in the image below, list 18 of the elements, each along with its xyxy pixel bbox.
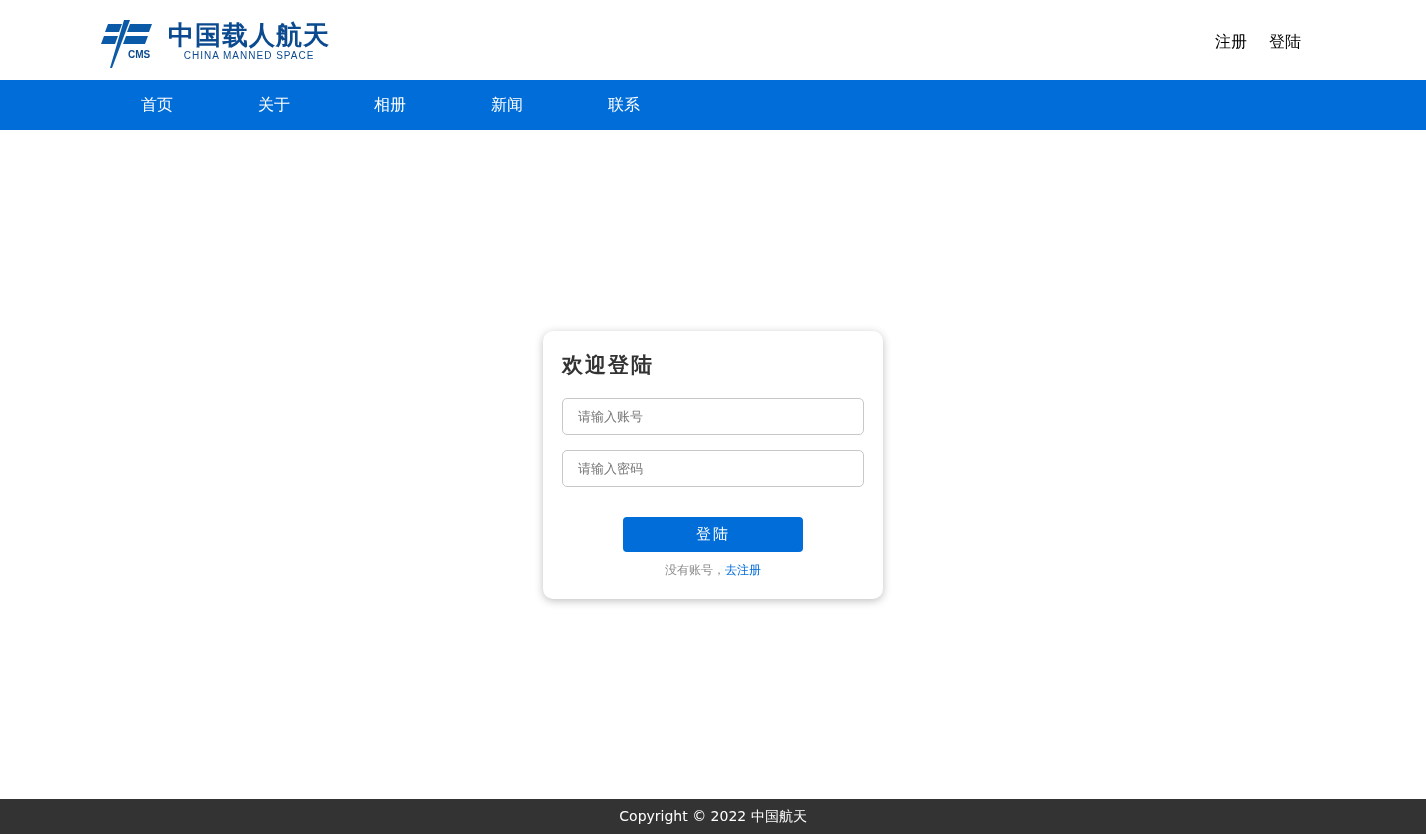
nav-link[interactable]: 联系	[565, 80, 682, 130]
header-link[interactable]: 注册	[1215, 31, 1247, 53]
nav-link[interactable]: 新闻	[448, 80, 566, 130]
nav-link[interactable]: 关于	[215, 80, 333, 130]
logo[interactable]: CMS 中国载人航天 CHINA MANNED SPACE	[100, 10, 330, 70]
logo-subtitle: CHINA MANNED SPACE	[183, 49, 315, 61]
account-field[interactable]: 请输入账号	[562, 397, 864, 435]
login-button[interactable]: 登陆	[623, 516, 803, 552]
nav-link[interactable]: 首页	[99, 80, 216, 130]
register-prompt: 没有账号，去注册	[664, 561, 762, 579]
copyright-text: Copyright © 2022 中国航天	[619, 807, 807, 826]
register-link[interactable]: 去注册	[725, 562, 761, 577]
header-link[interactable]: 登陆	[1269, 31, 1301, 53]
logo-title: 中国载人航天	[168, 19, 330, 50]
login-title: 欢迎登陆	[562, 351, 655, 379]
password-field[interactable]: 请输入密码	[562, 449, 864, 487]
logo-mark-text: CMS	[128, 49, 151, 60]
nav-link[interactable]: 相册	[332, 80, 449, 130]
